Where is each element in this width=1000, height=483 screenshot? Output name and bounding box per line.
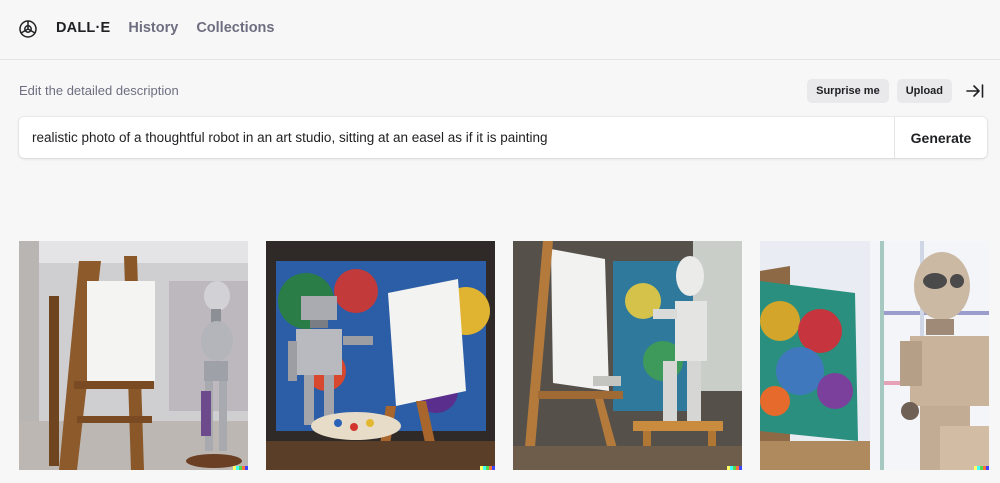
nav-collections[interactable]: Collections	[196, 20, 274, 36]
top-navigation-bar: DALL·E History Collections	[0, 0, 1000, 60]
result-image-1[interactable]	[19, 241, 248, 470]
generate-button[interactable]: Generate	[894, 117, 987, 158]
prompt-input[interactable]: realistic photo of a thoughtful robot in…	[19, 130, 894, 145]
result-image-3[interactable]	[513, 241, 742, 470]
dalle-signature	[233, 466, 248, 470]
dalle-signature	[727, 466, 742, 470]
nav-brand-dalle[interactable]: DALL·E	[56, 20, 110, 36]
white-robot-seated-at-easel	[513, 241, 742, 470]
surprise-me-button[interactable]: Surprise me	[807, 79, 889, 103]
prompt-bar: realistic photo of a thoughtful robot in…	[19, 117, 987, 158]
nav-history[interactable]: History	[128, 20, 178, 36]
results-grid	[19, 241, 989, 470]
main-nav: DALL·E History Collections	[56, 20, 274, 36]
dalle-signature	[974, 466, 989, 470]
result-image-2[interactable]	[266, 241, 495, 470]
dalle-signature	[480, 466, 495, 470]
arrow-to-right-icon[interactable]	[964, 80, 986, 102]
editor-actions: Surprise me Upload	[807, 79, 986, 103]
upload-button[interactable]: Upload	[896, 79, 952, 103]
openai-logo-icon[interactable]	[18, 19, 38, 39]
beige-robot-beside-colorful-canvas	[760, 241, 989, 470]
chrome-robot-beside-wooden-easel	[19, 241, 248, 470]
description-label: Edit the detailed description	[19, 83, 179, 98]
result-image-4[interactable]	[760, 241, 989, 470]
silver-robot-painting-with-palette	[266, 241, 495, 470]
